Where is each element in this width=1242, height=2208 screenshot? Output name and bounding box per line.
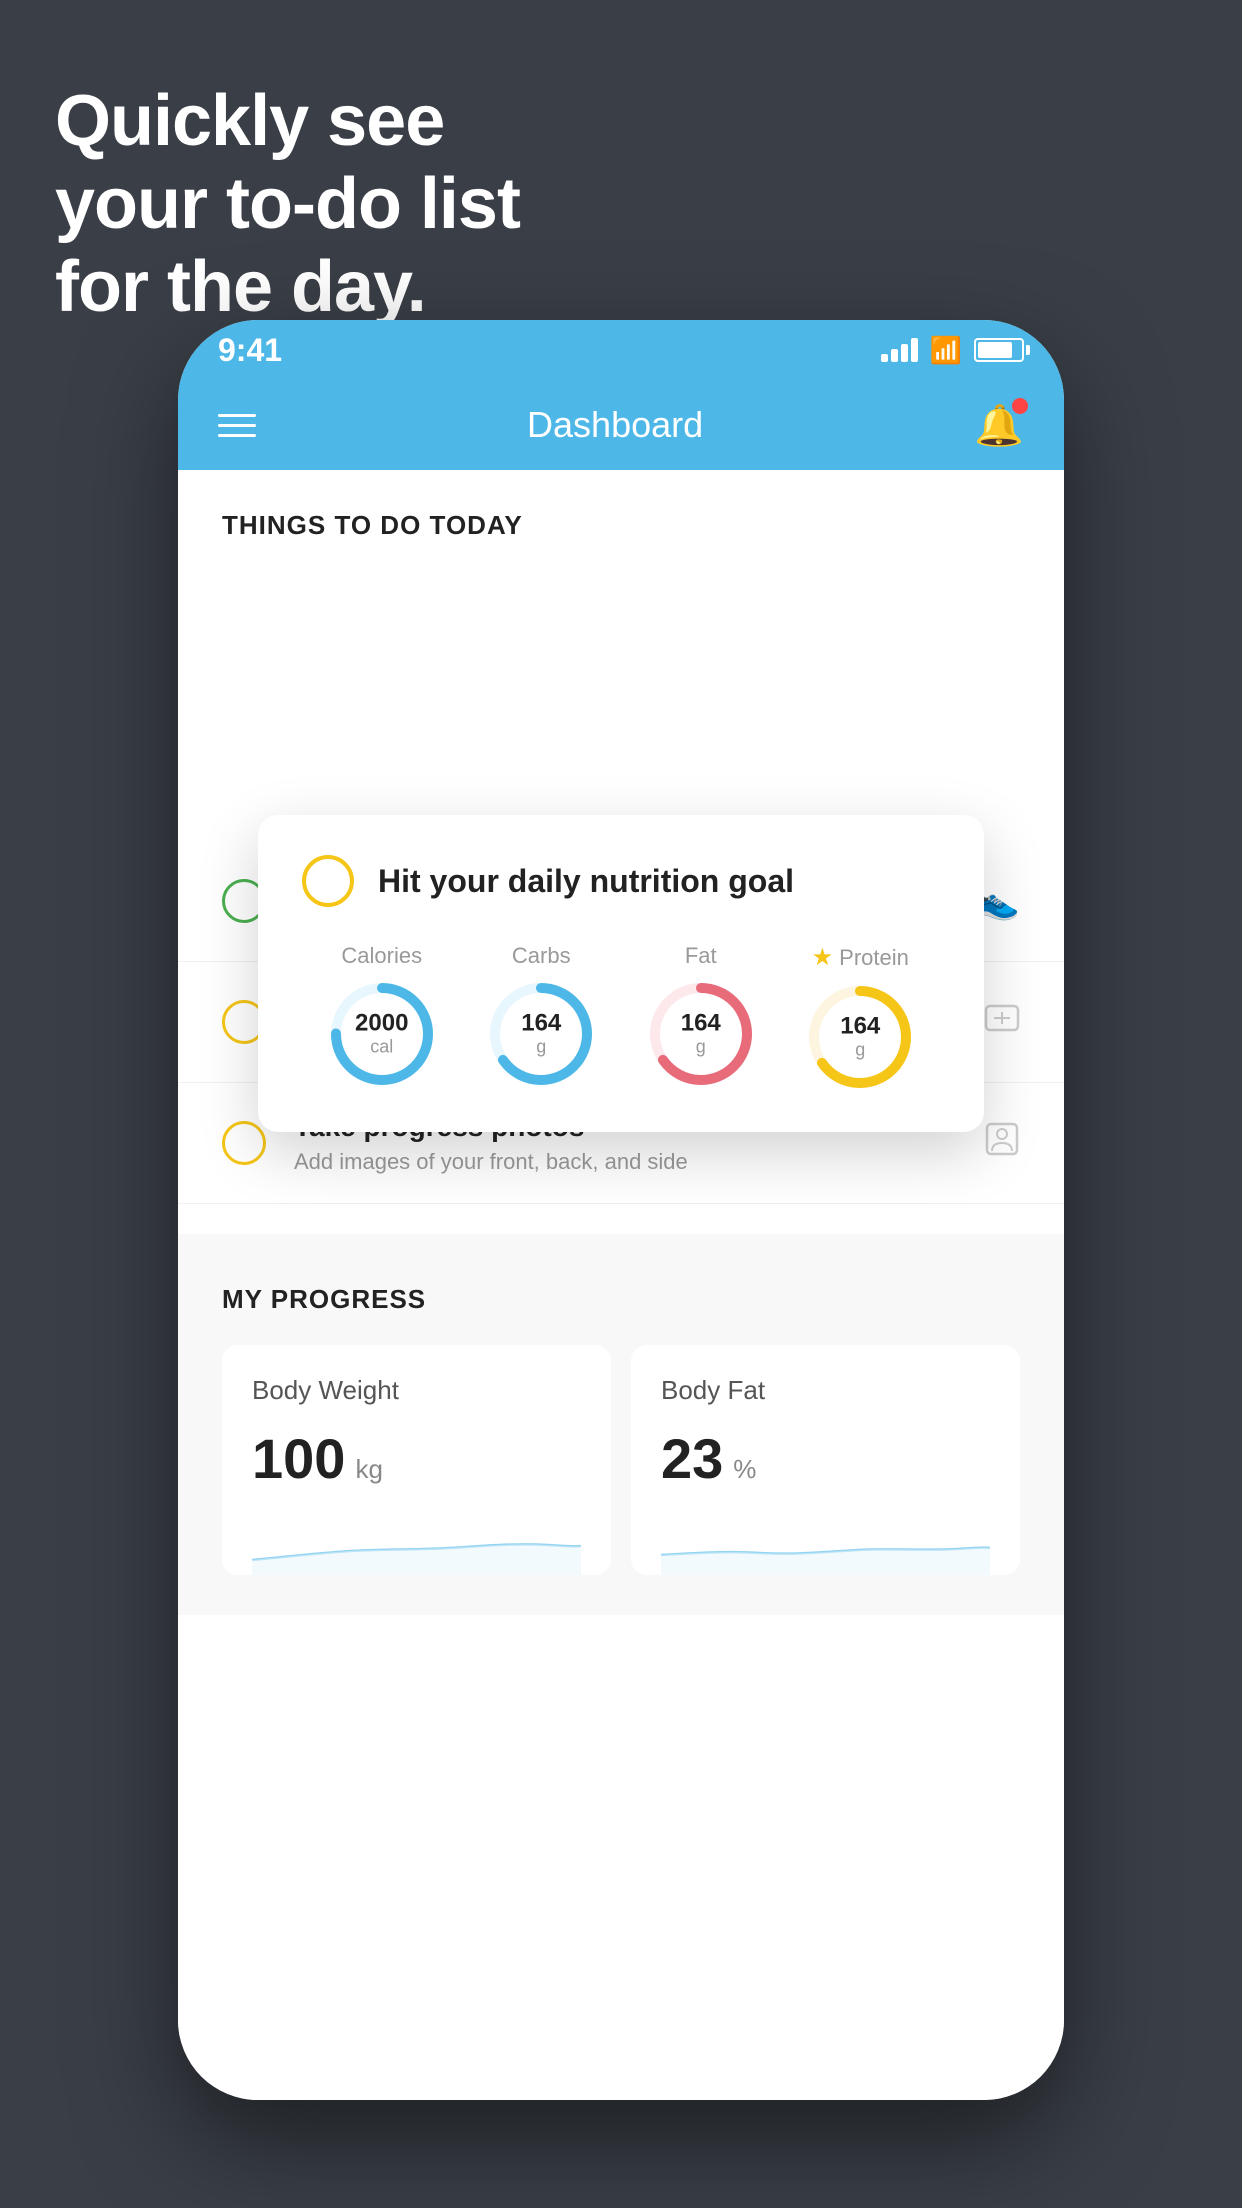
fat-stat: Fat 164 g [646,943,756,1089]
body-fat-value: 23 [661,1426,723,1491]
photos-subtitle: Add images of your front, back, and side [294,1149,956,1175]
body-fat-chart [661,1515,990,1575]
status-bar: 9:41 📶 [178,320,1064,380]
carbs-chart: 164 g [486,979,596,1089]
person-icon [984,1121,1020,1166]
nutrition-checkbox[interactable] [302,855,354,907]
body-weight-unit: kg [355,1454,382,1485]
fat-label: Fat [685,943,717,969]
body-weight-title: Body Weight [252,1375,581,1406]
header-title: Dashboard [527,404,703,446]
calories-chart: 2000 cal [327,979,437,1089]
progress-header: MY PROGRESS [222,1284,1020,1315]
nutrition-stats: Calories 2000 cal Carbs [302,943,940,1092]
things-to-do-header: THINGS TO DO TODAY [178,470,1064,561]
calories-stat: Calories 2000 cal [327,943,437,1089]
carbs-stat: Carbs 164 g [486,943,596,1089]
nutrition-card[interactable]: Hit your daily nutrition goal Calories 2… [258,815,984,1132]
protein-stat: ★ Protein 164 g [805,943,915,1092]
phone-mockup: 9:41 📶 Dashboard 🔔 THINGS T [178,320,1064,2100]
wifi-icon: 📶 [930,335,962,366]
signal-icon [881,338,918,362]
calories-label: Calories [341,943,422,969]
body-weight-value: 100 [252,1426,345,1491]
progress-section: MY PROGRESS Body Weight 100 kg [178,1234,1064,1615]
app-content: THINGS TO DO TODAY Hit your daily nutrit… [178,470,1064,2100]
body-fat-card[interactable]: Body Fat 23 % [631,1345,1020,1575]
star-icon: ★ [812,943,834,972]
scale-icon [984,1000,1020,1045]
notification-bell-button[interactable]: 🔔 [974,402,1024,449]
status-icons: 📶 [881,335,1024,366]
protein-chart: 164 g [805,982,915,1092]
headline-text: Quickly see your to-do list for the day. [55,80,520,328]
photos-checkbox[interactable] [222,1121,266,1165]
nutrition-title: Hit your daily nutrition goal [378,863,794,900]
battery-icon [974,338,1024,362]
progress-cards: Body Weight 100 kg Body Fat [222,1345,1020,1575]
body-weight-card[interactable]: Body Weight 100 kg [222,1345,611,1575]
menu-button[interactable] [218,414,256,437]
app-header: Dashboard 🔔 [178,380,1064,470]
notification-dot [1012,398,1028,414]
carbs-label: Carbs [512,943,571,969]
status-time: 9:41 [218,332,282,369]
fat-chart: 164 g [646,979,756,1089]
body-fat-title: Body Fat [661,1375,990,1406]
nutrition-card-header: Hit your daily nutrition goal [302,855,940,907]
protein-label: ★ Protein [812,943,909,972]
body-fat-unit: % [733,1454,756,1485]
body-weight-chart [252,1515,581,1575]
